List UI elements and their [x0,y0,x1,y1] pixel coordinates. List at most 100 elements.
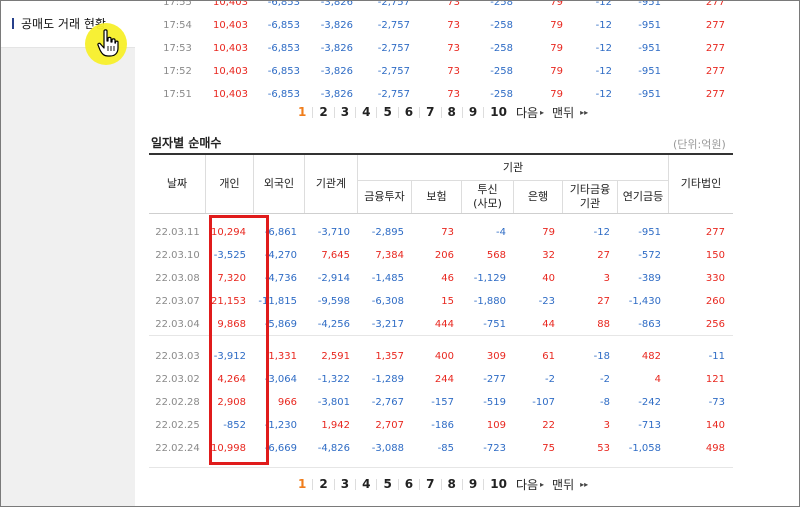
page-link-7[interactable]: 7 [426,477,434,491]
value-cell: 79 [550,66,563,77]
date-cell: 22.03.11 [155,227,200,238]
value-cell: 10,403 [213,0,248,8]
header-divider [358,180,669,181]
value-cell: -2,757 [377,43,410,54]
page-link-7[interactable]: 7 [426,105,434,119]
value-cell: -12 [593,227,610,238]
date-cell: 22.03.02 [155,374,200,385]
header-foreign: 외국인 [254,155,305,213]
page-link-8[interactable]: 8 [448,477,456,491]
value-cell: -4,256 [317,319,350,330]
value-cell: -3,826 [320,0,353,8]
value-cell: -863 [638,319,661,330]
page-separator [440,106,442,118]
value-cell: -951 [638,89,661,100]
value-cell: 79 [550,0,563,8]
value-cell: -4 [496,227,506,238]
header-trust-line2: (사모) [473,197,502,210]
page-separator [397,478,399,490]
page-link-6[interactable]: 6 [405,477,413,491]
value-cell: -12 [595,43,612,54]
table-row: 17:53 10,403 -6,853 -3,826 -2,757 73 -258 79 -12… [149,37,733,60]
value-cell: -277 [483,374,506,385]
page-link-8[interactable]: 8 [448,105,456,119]
page-link-10[interactable]: 10 [490,477,507,491]
page-link-10[interactable]: 10 [490,105,507,119]
value-cell: -751 [483,319,506,330]
value-cell: 10,403 [213,66,248,77]
value-cell: 88 [597,319,610,330]
value-cell: -1,322 [317,374,350,385]
value-cell: 244 [434,374,454,385]
value-cell: 10,403 [213,43,248,54]
value-cell: 150 [705,250,725,261]
date-cell: 22.03.10 [155,250,200,261]
last-arrow-icon: ▸▸ [580,479,589,489]
page-link-5[interactable]: 5 [383,105,391,119]
time-cell: 17:55 [163,0,192,8]
value-cell: -2 [545,374,555,385]
date-cell: 22.03.04 [155,319,200,330]
last-page-link[interactable]: 맨뒤 [552,104,574,121]
value-cell: 330 [705,273,725,284]
value-cell: -3,710 [317,227,350,238]
value-cell: 109 [486,420,506,431]
page-link-5[interactable]: 5 [383,477,391,491]
page-link-2[interactable]: 2 [319,105,327,119]
value-cell: -258 [490,20,513,31]
value-cell: 1,357 [375,351,404,362]
value-cell: 73 [441,227,454,238]
pagination-bottom: 1 2 3 4 5 6 7 8 9 10 다음 ▸ 맨뒤 ▸▸ [293,474,592,494]
page-link-6[interactable]: 6 [405,105,413,119]
page-separator [397,106,399,118]
page-separator [376,478,378,490]
value-cell: 277 [705,0,725,8]
value-cell: -18 [593,351,610,362]
value-cell: -713 [638,420,661,431]
page-separator [355,478,357,490]
time-cell: 17:53 [163,43,192,54]
value-cell: -186 [431,420,454,431]
page-link-3[interactable]: 3 [341,105,349,119]
value-cell: -73 [708,397,725,408]
time-cell: 17:54 [163,20,192,31]
last-page-link[interactable]: 맨뒤 [552,476,574,493]
header-trust-line1: 투신 [477,183,498,196]
value-cell: -9,598 [317,296,350,307]
header-other-financial: 기타금융 기관 [563,181,618,213]
header-date: 날짜 [149,155,206,213]
page-link-9[interactable]: 9 [469,105,477,119]
page-separator [333,106,335,118]
page-separator [419,106,421,118]
value-cell: -8 [600,397,610,408]
value-cell: -157 [431,397,454,408]
value-cell: 277 [705,66,725,77]
value-cell: 73 [447,66,460,77]
page-link-4[interactable]: 4 [362,477,370,491]
value-cell: 2,591 [321,351,350,362]
page-link-9[interactable]: 9 [469,477,477,491]
next-page-link[interactable]: 다음 [516,476,538,493]
value-cell: 79 [550,20,563,31]
value-cell: -107 [532,397,555,408]
value-cell: 444 [434,319,454,330]
header-trust: 투신 (사모) [462,181,514,213]
page-link-1[interactable]: 1 [298,477,306,491]
page-link-3[interactable]: 3 [341,477,349,491]
page-separator [312,478,314,490]
page-link-4[interactable]: 4 [362,105,370,119]
value-cell: 206 [434,250,454,261]
page-link-2[interactable]: 2 [319,477,327,491]
last-arrow-icon: ▸▸ [580,107,589,117]
value-cell: -1,289 [371,374,404,385]
value-cell: -1,430 [628,296,661,307]
value-cell: 140 [705,420,725,431]
value-cell: 73 [447,20,460,31]
header-bottom-line [149,213,733,214]
header-other-corp: 기타법인 [680,177,722,190]
page-link-1[interactable]: 1 [298,105,306,119]
value-cell: -2,757 [377,0,410,8]
table-row: 17:55 10,403 -6,853 -3,826 -2,757 73 -258 79 -12… [149,0,733,14]
next-page-link[interactable]: 다음 [516,104,538,121]
value-cell: 79 [550,43,563,54]
